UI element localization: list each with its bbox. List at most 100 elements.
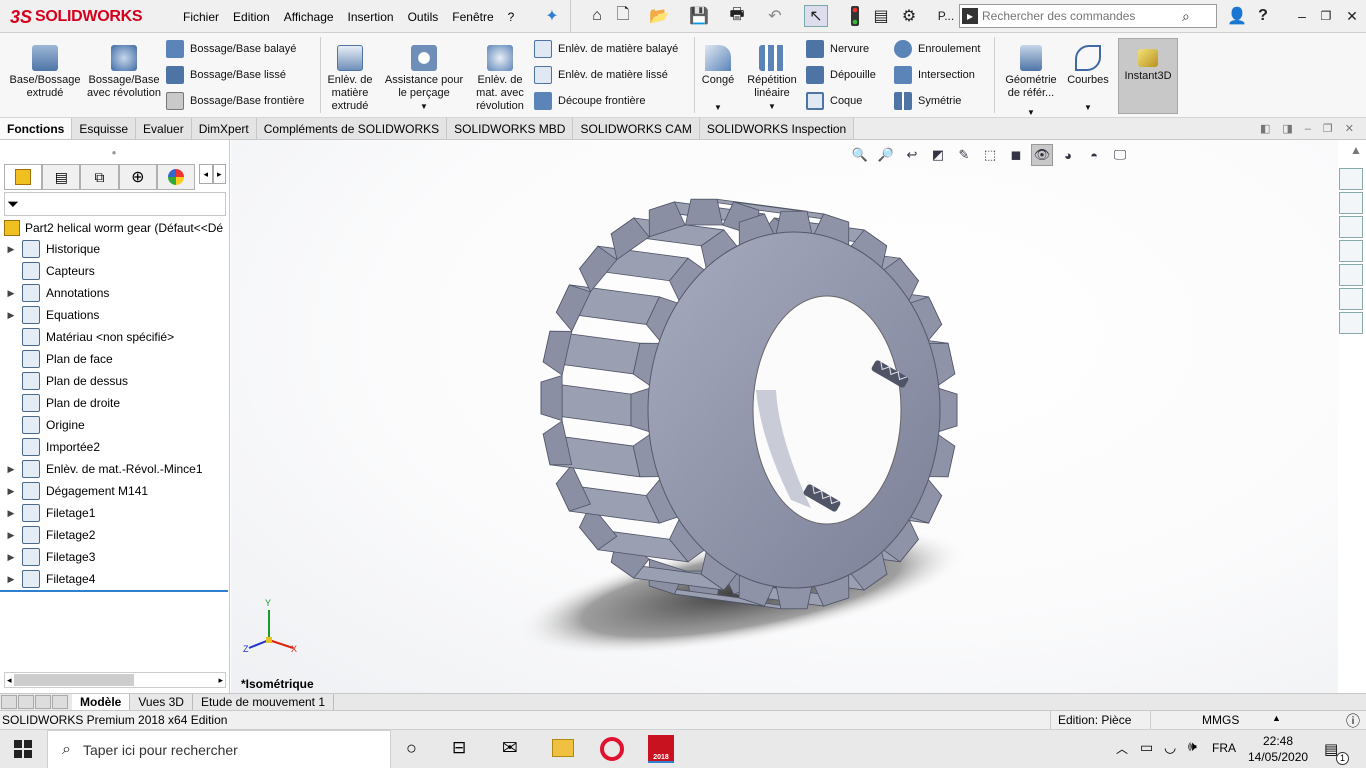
file-explorer-icon[interactable]	[552, 739, 574, 757]
rebuild-traffic-light-icon[interactable]	[848, 5, 862, 27]
options-gear-icon[interactable]: ⚙	[898, 5, 920, 27]
doc-minimize-icon[interactable]: –	[1305, 123, 1311, 135]
tree-item[interactable]: Origine	[0, 414, 228, 436]
dimxpert-manager-tab[interactable]: ⊕	[118, 164, 157, 190]
clock[interactable]: 22:48 14/05/2020	[1248, 733, 1308, 765]
draft-button[interactable]: Dépouille	[806, 65, 876, 85]
tree-item[interactable]: Matériau <non spécifié>	[0, 326, 228, 348]
boundary-cut-button[interactable]: Découpe frontière	[534, 91, 645, 111]
search-magnifier-icon[interactable]: ⌕	[1182, 8, 1190, 25]
user-account-icon[interactable]: 👤	[1227, 5, 1247, 27]
cortana-icon[interactable]: ○	[406, 738, 417, 759]
tree-item[interactable]: Importée2	[0, 436, 228, 458]
tree-item[interactable]: ▶ Historique	[0, 238, 228, 260]
mirror-button[interactable]: Symétrie	[894, 91, 961, 111]
configuration-manager-tab[interactable]: ⧉	[80, 164, 119, 190]
tab-modele[interactable]: Modèle	[72, 693, 131, 711]
display-manager-tab[interactable]	[156, 164, 196, 190]
tree-item[interactable]: ▶ Equations	[0, 304, 228, 326]
tree-filter[interactable]: ⏷	[4, 192, 226, 216]
scroll-tabs-right-icon[interactable]: ▸	[212, 164, 226, 184]
wrap-button[interactable]: Enroulement	[894, 39, 980, 59]
input-language[interactable]: FRA	[1212, 741, 1236, 755]
task-pane-up-icon[interactable]: ▲	[1346, 140, 1366, 160]
scroll-tabs-left-icon[interactable]: ◂	[199, 164, 213, 184]
units-selector[interactable]: MMGS	[1202, 713, 1239, 727]
tab-complements[interactable]: Compléments de SOLIDWORKS	[256, 118, 448, 139]
expand-arrow-icon[interactable]: ▶	[0, 288, 22, 299]
tray-expand-icon[interactable]: ︿	[1116, 740, 1128, 757]
solidworks-taskbar-icon[interactable]: 2018	[648, 735, 674, 763]
print-icon[interactable]: 🖶	[726, 5, 748, 27]
taskbar-search[interactable]: ⌕ Taper ici pour rechercher	[47, 730, 391, 768]
menu-help[interactable]: ?	[501, 10, 522, 24]
property-manager-tab[interactable]: ▤	[42, 164, 81, 190]
expand-arrow-icon[interactable]: ▶	[0, 486, 22, 497]
expand-arrow-icon[interactable]: ▶	[0, 530, 22, 541]
scroll-right-icon[interactable]: ▸	[216, 675, 225, 686]
view-palette-tab-icon[interactable]	[1339, 240, 1363, 262]
save-icon[interactable]: 💾	[688, 5, 710, 27]
expand-arrow-icon[interactable]: ▶	[0, 508, 22, 519]
doc-close-icon[interactable]: ✕	[1345, 122, 1354, 135]
chevron-down-icon[interactable]: ▼	[380, 100, 468, 113]
menu-fenetre[interactable]: Fenêtre	[445, 10, 500, 24]
panel-collapse-left-icon[interactable]: ◧	[1260, 122, 1270, 135]
windows-start-icon[interactable]	[14, 740, 32, 758]
tree-item[interactable]: Plan de face	[0, 348, 228, 370]
design-library-tab-icon[interactable]	[1339, 192, 1363, 214]
task-view-icon[interactable]: ⊟	[452, 738, 466, 758]
minimize-window-icon[interactable]: –	[1294, 5, 1310, 27]
home-icon[interactable]: ⌂	[586, 5, 608, 27]
panel-collapse-right-icon[interactable]: ◨	[1282, 122, 1292, 135]
tree-item[interactable]: Plan de droite	[0, 392, 228, 414]
open-file-icon[interactable]: 📂	[646, 5, 672, 27]
fillet-button[interactable]: Congé ▼	[698, 37, 738, 114]
tab-fonctions[interactable]: Fonctions	[0, 118, 73, 139]
tab-dimxpert[interactable]: DimXpert	[191, 118, 257, 139]
feature-manager-tab[interactable]	[4, 164, 43, 190]
tab-etude-mouvement[interactable]: Etude de mouvement 1	[193, 693, 335, 711]
opera-browser-icon[interactable]	[600, 737, 624, 761]
units-up-icon[interactable]: ▲	[1272, 713, 1281, 723]
curves-dropdown-icon[interactable]: ▼	[1064, 101, 1112, 114]
menu-affichage[interactable]: Affichage	[277, 10, 341, 24]
rib-button[interactable]: Nervure	[806, 39, 869, 59]
swept-cut-button[interactable]: Enlèv. de matière balayé	[534, 39, 678, 59]
appearances-tab-icon[interactable]	[1339, 264, 1363, 286]
linear-pattern-button[interactable]: Répétition linéaire ▼	[742, 37, 802, 113]
menu-insertion[interactable]: Insertion	[341, 10, 401, 24]
expand-arrow-icon[interactable]: ▶	[0, 310, 22, 321]
menu-outils[interactable]: Outils	[401, 10, 446, 24]
search-input[interactable]	[982, 9, 1182, 23]
tab-cam[interactable]: SOLIDWORKS CAM	[573, 118, 700, 139]
tree-item[interactable]: ▶ Dégagement M141	[0, 480, 228, 502]
revolved-cut-button[interactable]: Enlèv. de mat. avec révolution	[470, 37, 530, 113]
first-tab-nav-icon[interactable]	[1, 695, 17, 709]
file-explorer-tab-icon[interactable]	[1339, 216, 1363, 238]
last-tab-nav-icon[interactable]	[52, 695, 68, 709]
tree-item[interactable]: ▶ Annotations	[0, 282, 228, 304]
tree-item[interactable]: Plan de dessus	[0, 370, 228, 392]
gear-model[interactable]	[231, 140, 1338, 693]
pin-icon[interactable]: ✦	[543, 5, 561, 27]
extruded-boss-button[interactable]: Base/Bossage extrudé	[4, 37, 86, 100]
horizontal-scrollbar[interactable]: ◂ ▸	[4, 672, 226, 688]
hole-wizard-button[interactable]: Assistance pour le perçage ▼	[380, 37, 468, 113]
tab-evaluer[interactable]: Evaluer	[136, 118, 192, 139]
doc-restore-icon[interactable]: ❐	[1323, 122, 1333, 135]
command-search-box[interactable]: ▸ ⌕	[959, 4, 1217, 28]
graphics-area[interactable]: 🔍 🔎 ↩ ◩ ✎ ⬚ ◼ 👁 ◕ ◓ 🖵 Y X Z *Isométrique	[231, 140, 1338, 693]
help-icon[interactable]: ?	[1254, 5, 1272, 27]
tree-item[interactable]: ▶ Filetage3	[0, 546, 228, 568]
solidworks-resources-tab-icon[interactable]	[1339, 168, 1363, 190]
fillet-dropdown-icon[interactable]: ▼	[698, 101, 738, 114]
forum-tab-icon[interactable]	[1339, 312, 1363, 334]
boundary-boss-button[interactable]: Bossage/Base frontière	[166, 91, 304, 111]
lofted-cut-button[interactable]: Enlèv. de matière lissé	[534, 65, 668, 85]
prev-tab-nav-icon[interactable]	[18, 695, 34, 709]
network-icon[interactable]: ◡	[1164, 739, 1176, 756]
tree-root-part[interactable]: Part2 helical worm gear (Défaut<<Dé	[4, 218, 228, 238]
tree-item[interactable]: ▶ Enlèv. de mat.-Révol.-Mince1	[0, 458, 228, 480]
tree-item[interactable]: ▶ Filetage4	[0, 568, 228, 590]
